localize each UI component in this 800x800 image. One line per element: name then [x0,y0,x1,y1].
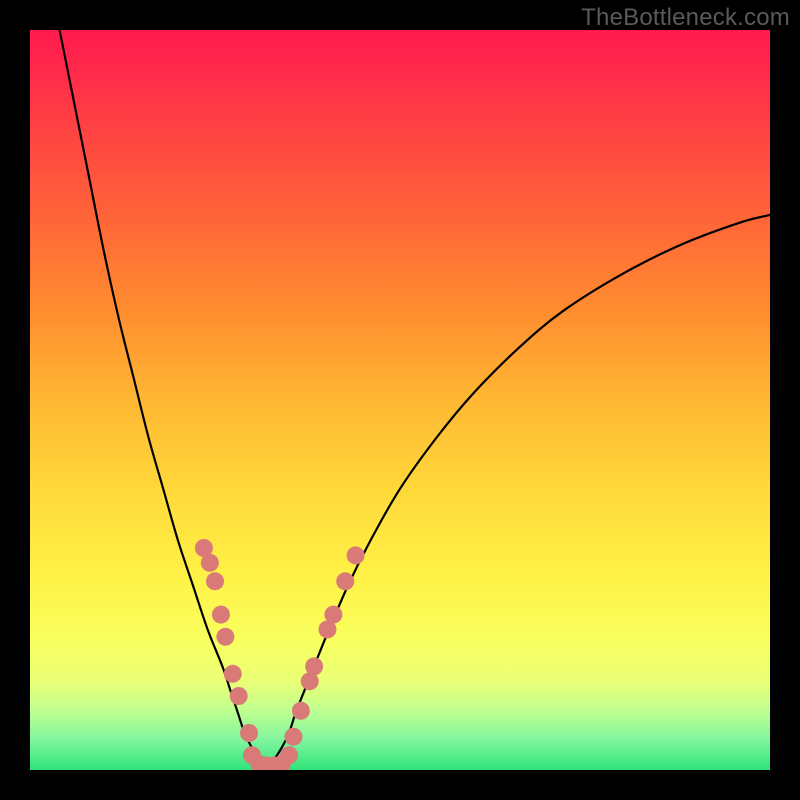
curve-left [60,30,267,764]
highlight-markers [195,539,365,770]
marker-point [224,665,242,683]
marker-point [336,572,354,590]
marker-point [206,572,224,590]
marker-point [347,546,365,564]
marker-point [216,628,234,646]
chart-svg [30,30,770,770]
marker-point [201,554,219,572]
plot-area [30,30,770,770]
marker-point [305,657,323,675]
chart-frame: TheBottleneck.com [0,0,800,800]
marker-point [280,746,298,764]
watermark-text: TheBottleneck.com [581,4,790,32]
marker-point [284,728,302,746]
marker-point [212,606,230,624]
marker-point [324,606,342,624]
marker-point [292,702,310,720]
marker-point [230,687,248,705]
curve-right [267,215,770,764]
marker-point [240,724,258,742]
